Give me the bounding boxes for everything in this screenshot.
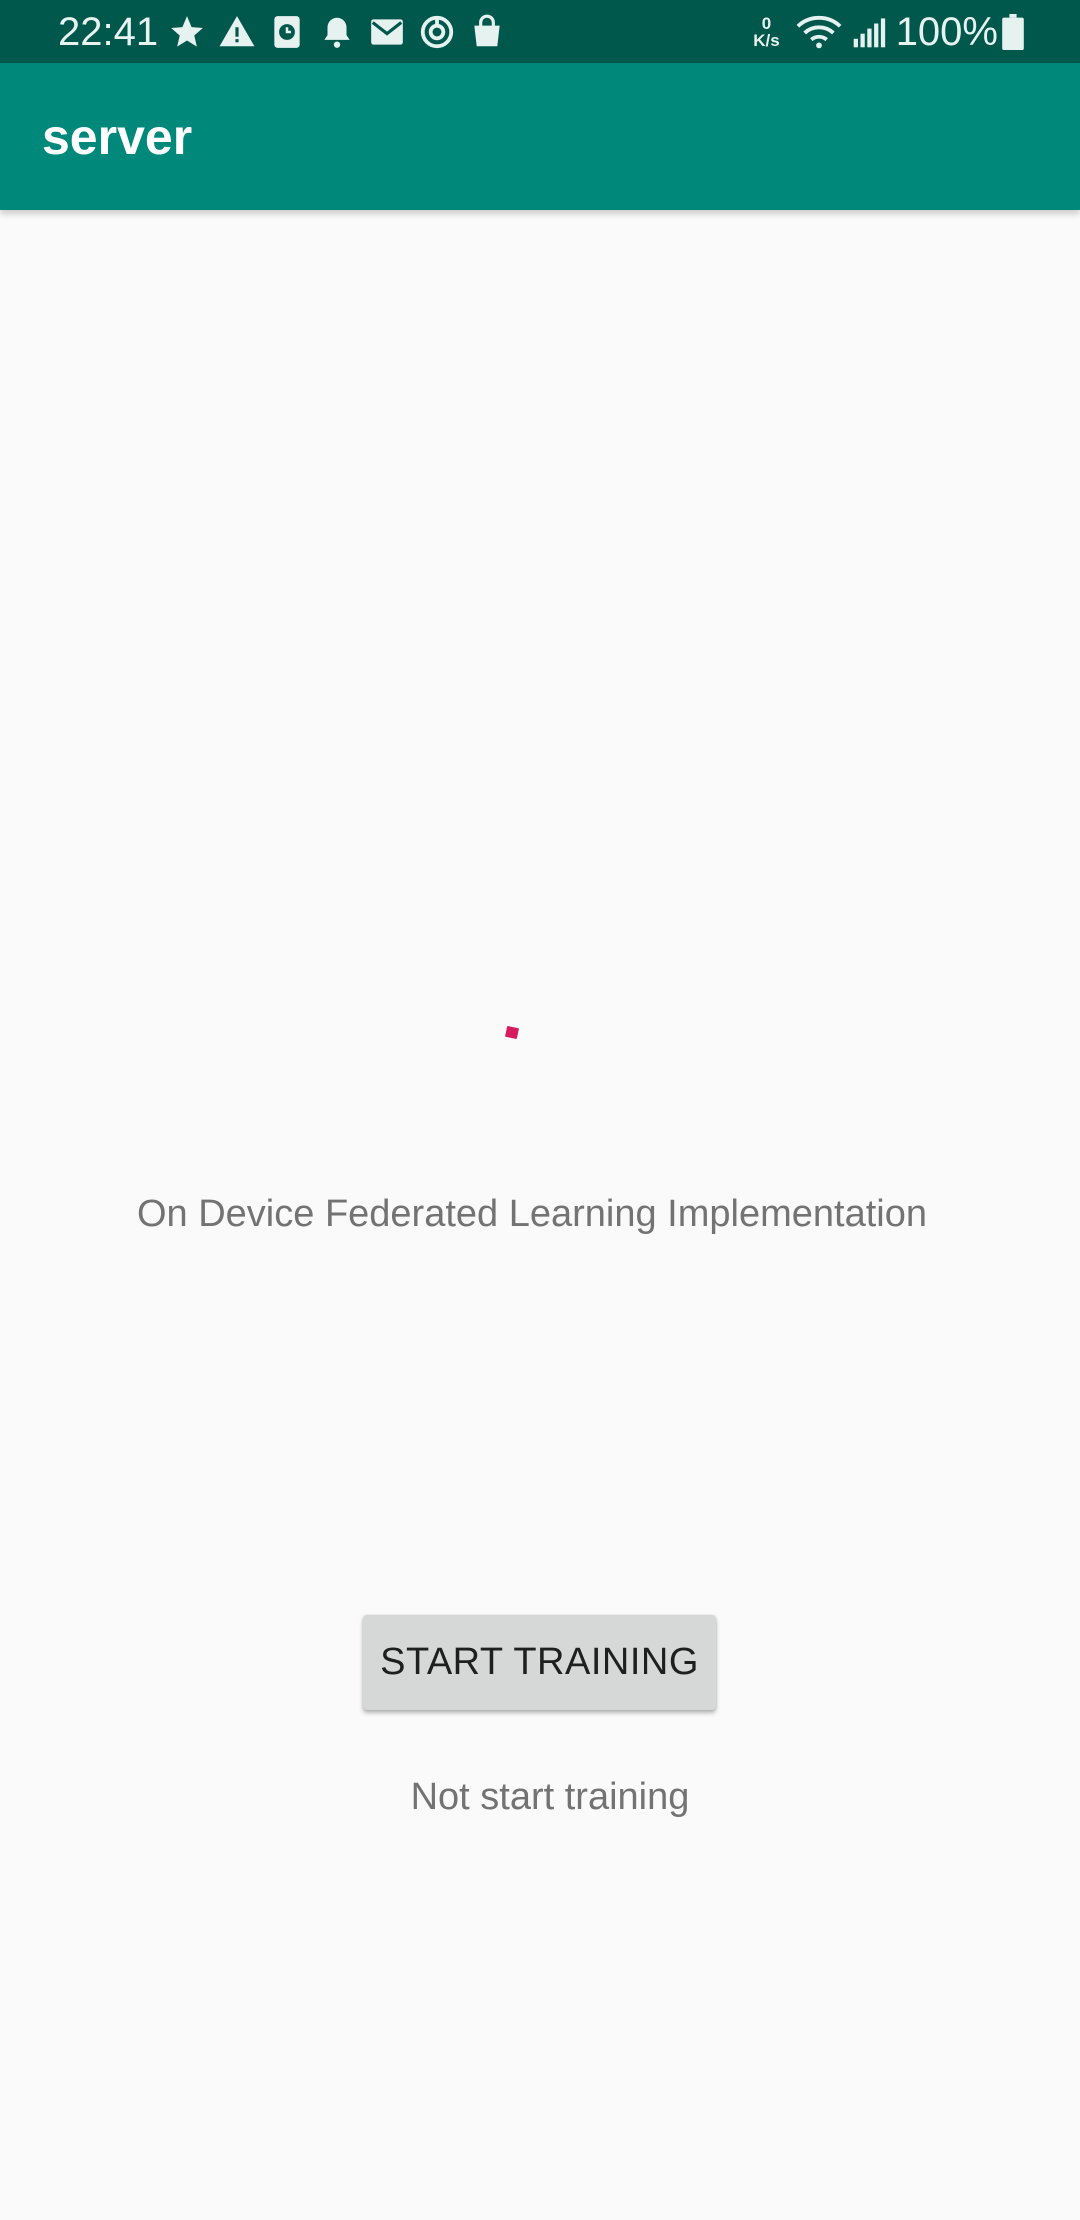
- status-bar: 22:41 0 K/s 100%: [0, 0, 1080, 63]
- system-indicators: 0 K/s 100%: [753, 6, 1024, 58]
- clock-app-icon: [274, 16, 300, 48]
- network-speed-value: 0: [761, 14, 772, 33]
- status-time: 22:41: [58, 10, 159, 54]
- star-icon: [171, 16, 203, 47]
- app-bar: server: [0, 63, 1080, 210]
- training-status-text: Not start training: [410, 1776, 690, 1818]
- network-speed: 0 K/s: [753, 15, 779, 49]
- warning-icon: [219, 16, 255, 47]
- signal-icon: [853, 18, 885, 48]
- battery-icon: [1002, 14, 1024, 50]
- notification-icons: [168, 12, 518, 52]
- sync-icon: [420, 15, 454, 49]
- mail-icon: [371, 19, 403, 45]
- progress-indicator: [504, 1025, 520, 1040]
- app-title: server: [42, 109, 193, 165]
- start-training-button[interactable]: START TRAINING: [363, 1615, 716, 1710]
- battery-percentage: 100%: [895, 10, 998, 54]
- screen: 22:41 0 K/s 100% server On Device Federa…: [0, 0, 1080, 2220]
- headline-text: On Device Federated Learning Implementat…: [136, 1193, 927, 1235]
- wifi-icon: [796, 16, 842, 49]
- shopping-bag-icon: [474, 14, 500, 47]
- bell-icon: [324, 17, 350, 48]
- network-speed-unit: K/s: [753, 31, 780, 50]
